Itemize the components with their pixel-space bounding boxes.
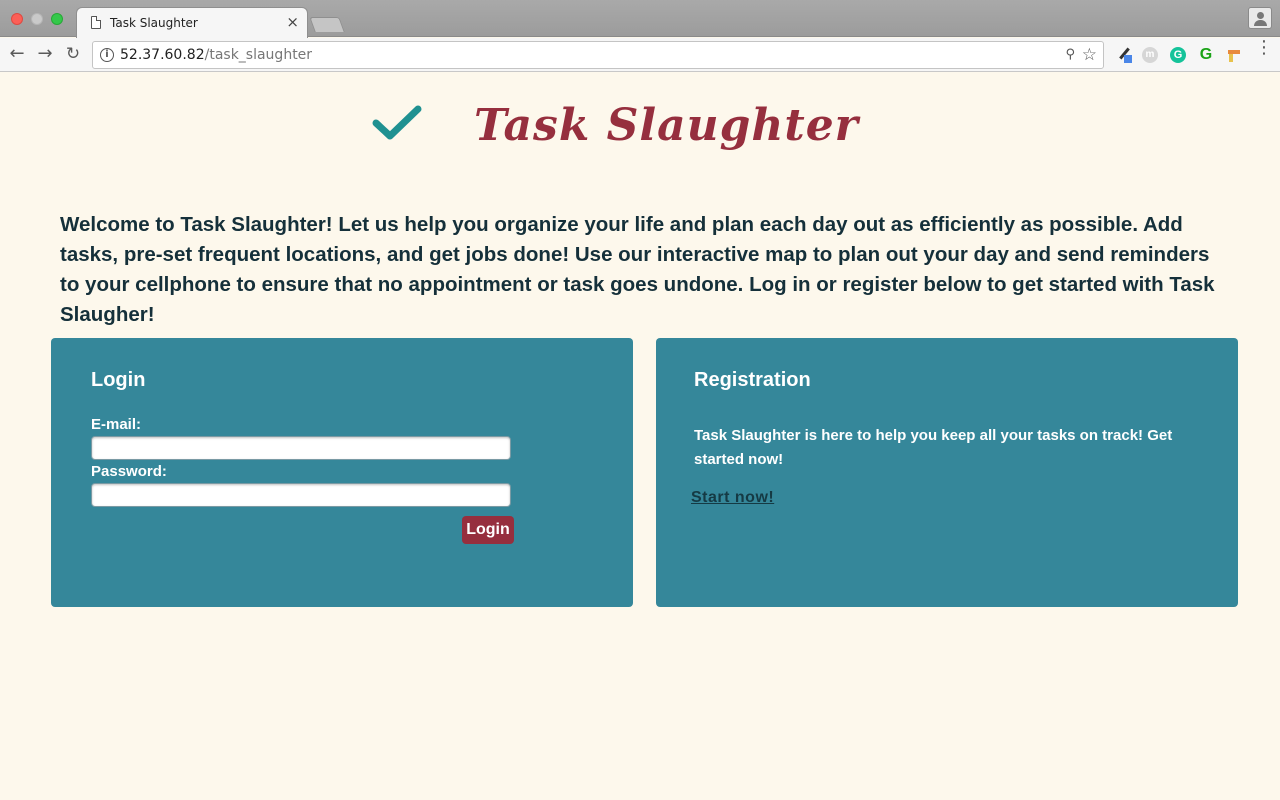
g-extension-icon[interactable]: G [1198, 47, 1214, 63]
minimize-window-button[interactable] [31, 13, 43, 25]
email-field[interactable] [91, 436, 511, 460]
back-arrow-icon[interactable]: ← [5, 42, 29, 66]
grammarly-icon[interactable]: G [1170, 47, 1186, 63]
site-title: Task Slaughter [474, 100, 859, 151]
key-icon[interactable]: ⚲ [1065, 47, 1075, 62]
browser-toolbar: ← → ↻ i 52.37.60.82/task_slaughter ⚲ ☆ m… [0, 38, 1280, 72]
color-picker-icon[interactable] [1116, 47, 1132, 63]
reload-icon[interactable]: ↻ [61, 42, 85, 66]
url-host: 52.37.60.82 [120, 47, 205, 63]
email-label: E-mail: [91, 416, 142, 433]
registration-text: Task Slaughter is here to help you keep … [694, 427, 1173, 468]
menu-icon[interactable]: ⋮ [1255, 39, 1273, 57]
tab-title: Task Slaughter [110, 16, 198, 30]
login-heading: Login [91, 369, 146, 391]
new-tab-button[interactable] [309, 17, 345, 32]
profile-icon[interactable] [1248, 7, 1272, 29]
browser-titlebar: Task Slaughter × [0, 0, 1280, 38]
address-bar[interactable]: i 52.37.60.82/task_slaughter ⚲ ☆ [92, 41, 1104, 69]
browser-tab-active[interactable]: Task Slaughter × [76, 7, 308, 38]
registration-heading: Registration [694, 369, 811, 391]
checkmark-icon [372, 105, 422, 140]
m-extension-icon[interactable]: m [1142, 47, 1158, 63]
url-path: /task_slaughter [204, 47, 313, 63]
tab-close-icon[interactable]: × [286, 13, 299, 31]
url-text[interactable]: 52.37.60.82/task_slaughter [120, 47, 312, 63]
welcome-text: Welcome to Task Slaughter! Let us help y… [60, 213, 1215, 326]
maximize-window-button[interactable] [51, 13, 63, 25]
login-panel: Login E-mail: Password: Login [51, 338, 633, 607]
star-icon[interactable]: ☆ [1082, 45, 1097, 65]
start-now-link[interactable]: Start now! [691, 489, 774, 507]
registration-panel: Registration Task Slaughter is here to h… [656, 338, 1238, 607]
password-field[interactable] [91, 483, 511, 507]
info-icon[interactable]: i [100, 48, 114, 62]
paint-extension-icon[interactable] [1226, 47, 1242, 63]
login-button[interactable]: Login [462, 516, 514, 544]
password-label: Password: [91, 463, 167, 480]
close-window-button[interactable] [11, 13, 23, 25]
page-icon [91, 16, 101, 29]
forward-arrow-icon[interactable]: → [33, 42, 57, 66]
